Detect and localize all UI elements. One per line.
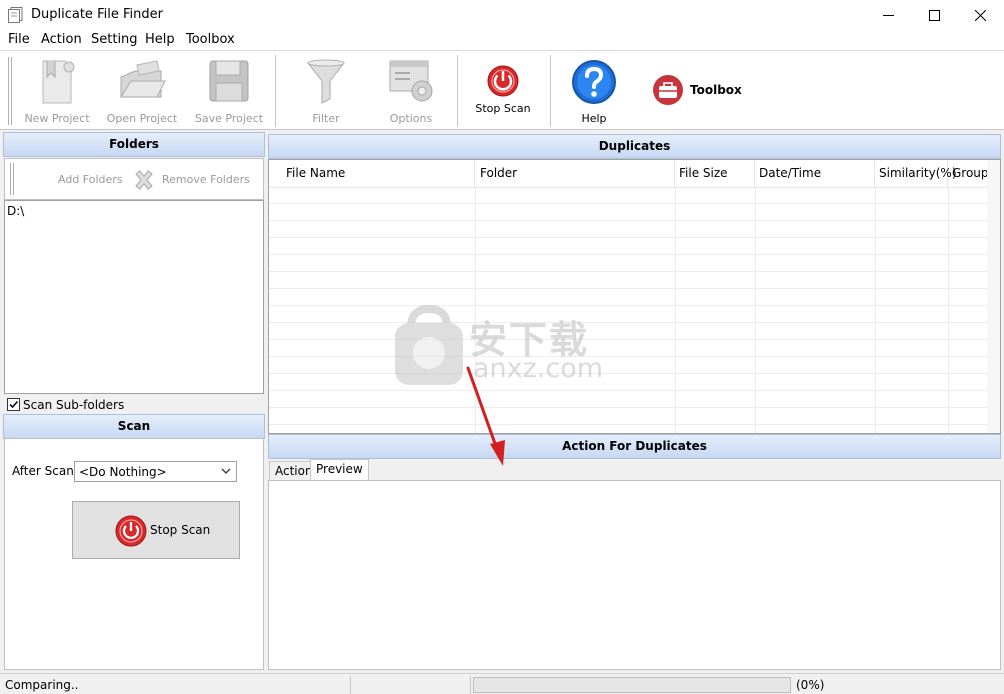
menu-setting[interactable]: Setting [91, 32, 138, 47]
minimize-button[interactable] [865, 0, 911, 30]
minimize-icon [882, 14, 894, 16]
column-file-size[interactable]: File Size [675, 160, 755, 188]
save-project-label: Save Project [194, 112, 264, 125]
window-title: Duplicate File Finder [31, 7, 163, 22]
open-project-button[interactable]: Open Project [102, 53, 182, 127]
remove-x-icon [135, 170, 153, 190]
options-button[interactable]: Options [375, 53, 447, 127]
close-icon [974, 9, 986, 21]
filter-button[interactable]: Filter [290, 53, 362, 127]
open-project-label: Open Project [106, 112, 178, 125]
scan-header: Scan [3, 414, 265, 439]
close-button[interactable] [957, 0, 1003, 30]
scan-subfolders-label: Scan Sub-folders [23, 398, 125, 412]
status-divider [470, 676, 471, 694]
action-for-duplicates-header: Action For Duplicates [268, 434, 1001, 459]
filter-funnel-icon [306, 59, 346, 104]
preview-pane [268, 480, 1001, 670]
after-scan-value: <Do Nothing> [79, 465, 167, 479]
title-bar: Duplicate File Finder [0, 0, 1004, 30]
help-question-icon [572, 60, 616, 104]
save-disk-icon [209, 60, 249, 102]
help-label: Help [581, 112, 607, 125]
after-scan-label: After Scan: [12, 464, 78, 478]
shield-lock-icon [395, 305, 463, 385]
stop-scan-toolbar-button[interactable]: Stop Scan [466, 53, 540, 127]
add-folders-button[interactable]: Add Folders [58, 173, 123, 186]
open-folder-icon [120, 60, 166, 98]
toolbar-separator [275, 55, 276, 127]
chevron-down-icon [221, 468, 231, 474]
options-settings-icon [389, 60, 433, 102]
menu-file[interactable]: File [8, 32, 30, 47]
toolbar-separator [457, 55, 458, 127]
column-similarity[interactable]: Similarity(%) [875, 160, 957, 188]
checkbox-box[interactable] [7, 398, 20, 411]
column-date-time[interactable]: Date/Time [755, 160, 875, 188]
vertical-scrollbar[interactable] [987, 160, 1000, 433]
column-folder[interactable]: Folder [475, 160, 675, 188]
status-text: Comparing.. [5, 678, 79, 692]
progress-bar [473, 677, 791, 693]
stop-scan-toolbar-label: Stop Scan [475, 102, 531, 115]
options-label: Options [389, 112, 433, 125]
column-group[interactable]: Group [948, 160, 989, 188]
duplicates-table[interactable]: File Name Folder File Size Date/Time Sim… [268, 159, 1001, 434]
maximize-icon [928, 9, 940, 21]
new-project-icon [42, 60, 75, 104]
stop-scan-label: Stop Scan [150, 523, 211, 537]
progress-percent: (0%) [796, 678, 825, 692]
stop-scan-icon [115, 515, 147, 547]
status-divider [350, 676, 351, 694]
main-toolbar: New Project Open Project Save Project Fi… [0, 50, 1004, 130]
stop-scan-button[interactable]: Stop Scan [72, 501, 240, 559]
new-project-button[interactable]: New Project [20, 53, 94, 127]
scan-panel: After Scan: <Do Nothing> Stop Scan [4, 438, 264, 670]
toolbar-grip[interactable] [8, 57, 12, 125]
folders-toolbar: Add Folders Remove Folders [4, 158, 264, 200]
grid-lines [269, 188, 989, 433]
checkmark-icon [9, 400, 19, 409]
maximize-button[interactable] [911, 0, 957, 30]
red-arrow-annotation [466, 366, 505, 466]
menu-bar: File Action Setting Help Toolbox [0, 30, 1004, 50]
duplicates-table-header: File Name Folder File Size Date/Time Sim… [269, 160, 989, 188]
menu-action[interactable]: Action [41, 32, 82, 47]
save-project-button[interactable]: Save Project [190, 53, 268, 127]
new-project-label: New Project [24, 112, 90, 125]
folder-list-item[interactable]: D:\ [7, 204, 24, 218]
filter-label: Filter [312, 112, 340, 125]
toolbox-icon [653, 75, 683, 105]
column-file-name[interactable]: File Name [269, 160, 475, 188]
folders-toolbar-grip[interactable] [10, 163, 14, 195]
app-icon [8, 7, 23, 23]
action-tabs: Action Preview [268, 459, 1001, 481]
menu-help[interactable]: Help [145, 32, 175, 47]
remove-folders-label: Remove Folders [162, 173, 250, 186]
folders-header: Folders [3, 132, 265, 157]
after-scan-select[interactable]: <Do Nothing> [74, 461, 237, 482]
menu-toolbox[interactable]: Toolbox [186, 32, 235, 47]
duplicates-header: Duplicates [268, 134, 1001, 159]
folders-list[interactable]: D:\ [4, 200, 264, 394]
help-button[interactable]: Help [560, 53, 628, 127]
toolbar-separator [550, 55, 551, 127]
tab-preview[interactable]: Preview [310, 459, 369, 481]
toolbox-label: Toolbox [690, 83, 742, 97]
status-bar: Comparing.. (0%) [0, 673, 1004, 694]
